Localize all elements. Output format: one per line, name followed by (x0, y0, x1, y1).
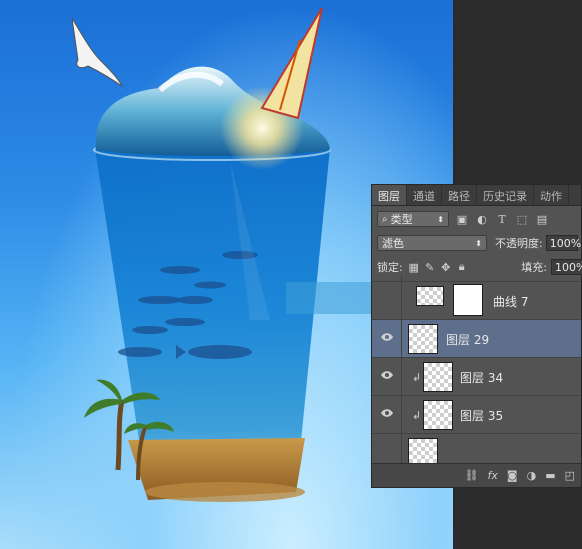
chevron-updown-icon: ⬍ (437, 214, 444, 224)
layer-name: 图层 34 (460, 371, 504, 385)
adjustment-filter-icon[interactable]: ◐ (475, 212, 489, 226)
lock-paint-icon[interactable]: ✎ (423, 260, 437, 274)
blend-row: 滤色 ⬍ 不透明度: 100% (372, 231, 581, 255)
opacity-input[interactable]: 100% (545, 235, 581, 251)
blend-mode-label: 滤色 (382, 237, 404, 250)
lock-move-icon[interactable]: ✥ (439, 260, 453, 274)
fill-input[interactable]: 100% (551, 259, 582, 275)
image-filter-icon[interactable]: ▣ (455, 212, 469, 226)
overlay-strip (286, 282, 382, 314)
filter-row: ⌕ 类型 ⬍ ▣ ◐ T ⬚ ▤ (372, 207, 581, 231)
visibility-cell[interactable] (372, 396, 402, 433)
lock-transparent-icon[interactable]: ▦ (407, 260, 421, 274)
tab-layers[interactable]: 图层 (372, 185, 407, 205)
smart-object-filter-icon[interactable]: ▤ (535, 212, 549, 226)
seagull (71, 17, 124, 88)
lock-all-icon[interactable]: 🔒︎ (455, 260, 469, 274)
clipping-arrow-icon: ↲ (412, 371, 422, 384)
curves-adjustment-icon (416, 286, 444, 306)
visibility-cell[interactable] (372, 282, 402, 319)
layer-mask-thumbnail (453, 284, 483, 316)
visibility-cell[interactable] (372, 320, 402, 357)
tab-history[interactable]: 历史记录 (477, 185, 534, 205)
search-icon: ⌕ (382, 213, 388, 225)
fx-icon[interactable]: fx (488, 469, 498, 482)
link-icon[interactable]: ⛓ (465, 469, 479, 482)
filter-kind-label: 类型 (390, 213, 413, 226)
layer-name: 图层 35 (460, 409, 504, 423)
layer-thumbnail (423, 400, 453, 430)
layer-row-29[interactable]: 图层 29 (372, 319, 581, 357)
layers-panel: 图层 通道 路径 历史记录 动作 ⌕ 类型 ⬍ ▣ ◐ T ⬚ ▤ 滤色 ⬍ 不… (371, 184, 582, 488)
tab-channels[interactable]: 通道 (407, 185, 442, 205)
filter-kind-select[interactable]: ⌕ 类型 ⬍ (377, 211, 449, 227)
eye-icon[interactable] (381, 408, 393, 418)
tab-actions[interactable]: 动作 (534, 185, 569, 205)
layer-thumbnail (423, 362, 453, 392)
chevron-updown-icon: ⬍ (475, 238, 482, 248)
shape-filter-icon[interactable]: ⬚ (515, 212, 529, 226)
panel-tabs: 图层 通道 路径 历史记录 动作 (372, 185, 581, 206)
mask-icon[interactable]: ◙ (507, 469, 518, 482)
visibility-cell[interactable] (372, 358, 402, 395)
layer-name: 曲线 7 (493, 295, 529, 309)
layer-row-curves-7[interactable]: 曲线 7 (372, 281, 581, 319)
group-folder-icon[interactable]: ▬ (545, 469, 555, 482)
layer-thumbnail (408, 438, 438, 465)
layer-row-34[interactable]: ↲ 图层 34 (372, 357, 581, 395)
clipping-arrow-icon: ↲ (412, 409, 422, 422)
tab-paths[interactable]: 路径 (442, 185, 477, 205)
new-layer-icon[interactable]: ◰ (565, 469, 575, 482)
fill-label: 填充: (521, 261, 547, 274)
adjustment-icon[interactable]: ◑ (527, 469, 537, 482)
panel-footer: ⛓ fx ◙ ◑ ▬ ◰ (372, 463, 581, 487)
type-filter-icon[interactable]: T (495, 212, 509, 226)
layer-row-35[interactable]: ↲ 图层 35 (372, 395, 581, 433)
layers-list: 曲线 7 图层 29 ↲ 图层 34 ↲ 图层 35 (372, 275, 581, 465)
layer-row-partial-bottom[interactable] (372, 433, 581, 465)
layer-thumbnail (408, 324, 438, 354)
eye-icon[interactable] (381, 332, 393, 342)
blend-mode-select[interactable]: 滤色 ⬍ (377, 235, 487, 251)
visibility-cell[interactable] (372, 434, 402, 465)
opacity-label: 不透明度: (495, 237, 543, 250)
layer-name: 图层 29 (446, 333, 490, 347)
eye-icon[interactable] (381, 370, 393, 380)
lock-label: 锁定: (377, 261, 403, 274)
windsurf-sail (260, 7, 323, 120)
